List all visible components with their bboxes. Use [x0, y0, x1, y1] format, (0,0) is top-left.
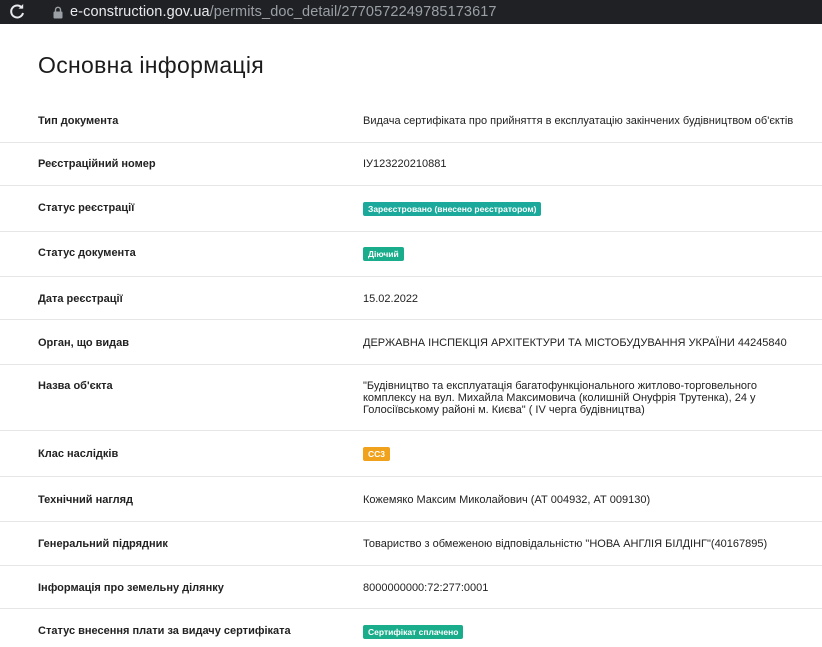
- url-host: e-construction.gov.ua: [70, 4, 210, 20]
- row-label: Реєстраційний номер: [38, 158, 156, 170]
- status-badge: Діючий: [363, 247, 404, 261]
- row-label: Орган, що видав: [38, 337, 130, 349]
- page-title: Основна інформація: [38, 52, 265, 78]
- row-value: "Будівництво та експлуатація багатофункц…: [363, 380, 757, 416]
- row-value: ІУ123220210881: [363, 158, 447, 170]
- row-value: 15.02.2022: [363, 293, 419, 305]
- row-label: Технічний нагляд: [38, 494, 134, 506]
- row-value: ДЕРЖАВНА ІНСПЕКЦІЯ АРХІТЕКТУРИ ТА МІСТОБ…: [363, 337, 787, 349]
- table-row-general-contractor: Генеральний підрядник Товариство з обмеж…: [0, 522, 822, 566]
- status-badge: Зареєстровано (внесено реєстратором): [363, 202, 542, 216]
- row-label: Статус внесення плати за видачу сертифік…: [38, 625, 291, 637]
- table-row-registration-status: Статус реєстрації Зареєстровано (внесено…: [0, 186, 822, 232]
- info-table: Тип документа Видача сертифіката про при…: [0, 100, 822, 647]
- table-row-document-type: Тип документа Видача сертифіката про при…: [0, 100, 822, 143]
- table-row-registration-date: Дата реєстрації 15.02.2022: [0, 277, 822, 320]
- table-row-consequence-class: Клас наслідків СС3: [0, 431, 822, 477]
- row-label: Тип документа: [38, 115, 119, 127]
- row-label: Назва об'єкта: [38, 380, 113, 392]
- reload-icon[interactable]: [0, 0, 34, 24]
- row-label: Статус документа: [38, 247, 136, 259]
- url-text[interactable]: e-construction.gov.ua/permits_doc_detail…: [70, 4, 497, 20]
- row-value: СС3: [363, 447, 391, 461]
- page-content: Основна інформація Тип документа Видача …: [0, 24, 822, 647]
- row-value: 8000000000:72:277:0001: [363, 582, 489, 594]
- row-label: Інформація про земельну ділянку: [38, 582, 224, 594]
- row-value: Зареєстровано (внесено реєстратором): [363, 202, 542, 216]
- browser-address-bar[interactable]: e-construction.gov.ua/permits_doc_detail…: [0, 0, 822, 24]
- table-row-land-plot: Інформація про земельну ділянку 80000000…: [0, 566, 822, 609]
- url-path: /permits_doc_detail/2770572249785173617: [209, 4, 497, 20]
- row-value: Діючий: [363, 247, 404, 261]
- lock-icon[interactable]: [48, 0, 68, 24]
- status-badge: СС3: [363, 447, 391, 461]
- row-label: Дата реєстрації: [38, 293, 123, 305]
- row-value: Товариство з обмеженою відповідальністю …: [363, 538, 768, 550]
- table-row-object-name: Назва об'єкта "Будівництво та експлуатац…: [0, 365, 822, 431]
- row-label: Клас наслідків: [38, 448, 119, 460]
- row-label: Статус реєстрації: [38, 202, 135, 214]
- table-row-issuing-authority: Орган, що видав ДЕРЖАВНА ІНСПЕКЦІЯ АРХІТ…: [0, 320, 822, 365]
- table-row-document-status: Статус документа Діючий: [0, 232, 822, 277]
- table-row-payment-status: Статус внесення плати за видачу сертифік…: [0, 609, 822, 647]
- row-value: Сертифікат сплачено: [363, 625, 464, 639]
- table-row-registration-number: Реєстраційний номер ІУ123220210881: [0, 143, 822, 186]
- row-value: Кожемяко Максим Миколайович (АТ 004932, …: [363, 494, 651, 506]
- row-value: Видача сертифіката про прийняття в експл…: [363, 115, 794, 127]
- row-label: Генеральний підрядник: [38, 538, 168, 550]
- status-badge: Сертифікат сплачено: [363, 625, 464, 639]
- table-row-technical-supervision: Технічний нагляд Кожемяко Максим Миколай…: [0, 477, 822, 522]
